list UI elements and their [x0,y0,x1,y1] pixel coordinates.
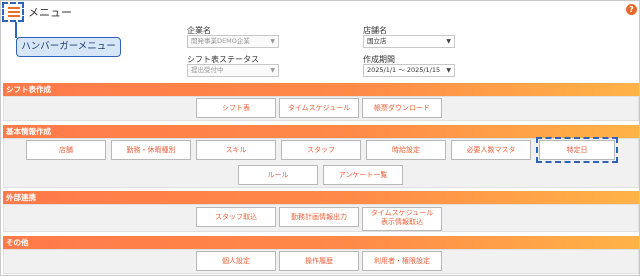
callout-connector [15,22,17,38]
time-schedule-import-button[interactable]: タイムスケジュール 表示情報取込 [362,207,442,231]
work-leave-type-button[interactable]: 勤務・休暇種別 [111,140,191,160]
rule-button[interactable]: ルール [238,165,318,185]
hamburger-highlight-box [2,2,24,22]
chevron-down-icon: ▼ [446,67,451,74]
staff-import-button[interactable]: スタッフ取込 [196,207,276,227]
section-bar-external: 外部連携 [3,191,639,204]
shift-table-button[interactable]: シフト表 [196,98,276,118]
section-bar-other: その他 [3,236,639,249]
chevron-down-icon: ▼ [270,38,275,45]
store-value: 国立店 [367,37,387,45]
section-bar-shift: シフト表作成 [3,83,639,96]
chevron-down-icon: ▼ [446,38,451,45]
menu-page: メニュー ? ハンバーガーメニュー 企業名 開発事業DEMO企業 ▼ 店舗名 国… [0,0,640,276]
staff-button[interactable]: スタッフ [281,140,361,160]
status-select: 提出受付中 ▼ [187,64,279,77]
survey-list-button[interactable]: アンケート一覧 [323,165,403,185]
page-title: メニュー [28,6,72,19]
callout-hamburger-label: ハンバーガーメニュー [16,37,121,57]
period-select[interactable]: 2025/1/1 ～ 2025/1/15 ▼ [363,64,455,77]
company-value: 開発事業DEMO企業 [191,37,250,45]
store-button[interactable]: 店舗 [26,140,106,160]
operation-history-button[interactable]: 操作履歴 [279,251,359,271]
personal-settings-button[interactable]: 個人設定 [196,251,276,271]
store-select[interactable]: 国立店 ▼ [363,35,455,48]
specific-day-highlight-box [536,137,618,163]
time-schedule-import-line1: タイムスケジュール [370,209,434,217]
time-schedule-import-line2: 表示情報取込 [381,218,423,226]
hourly-wage-button[interactable]: 時給設定 [366,140,446,160]
chevron-down-icon: ▼ [270,67,275,74]
skill-button[interactable]: スキル [196,140,276,160]
user-permission-settings-button[interactable]: 利用者・権限設定 [362,251,442,271]
status-value: 提出受付中 [191,66,224,74]
company-select: 開発事業DEMO企業 ▼ [187,35,279,48]
help-icon[interactable]: ? [626,4,637,15]
period-value: 2025/1/1 ～ 2025/1/15 [367,66,441,74]
work-plan-export-button[interactable]: 勤務計画情報出力 [279,207,359,227]
required-staff-master-button[interactable]: 必要人数マスタ [451,140,531,160]
report-download-button[interactable]: 帳票ダウンロード [362,98,442,118]
time-schedule-button[interactable]: タイムスケジュール [279,98,359,118]
